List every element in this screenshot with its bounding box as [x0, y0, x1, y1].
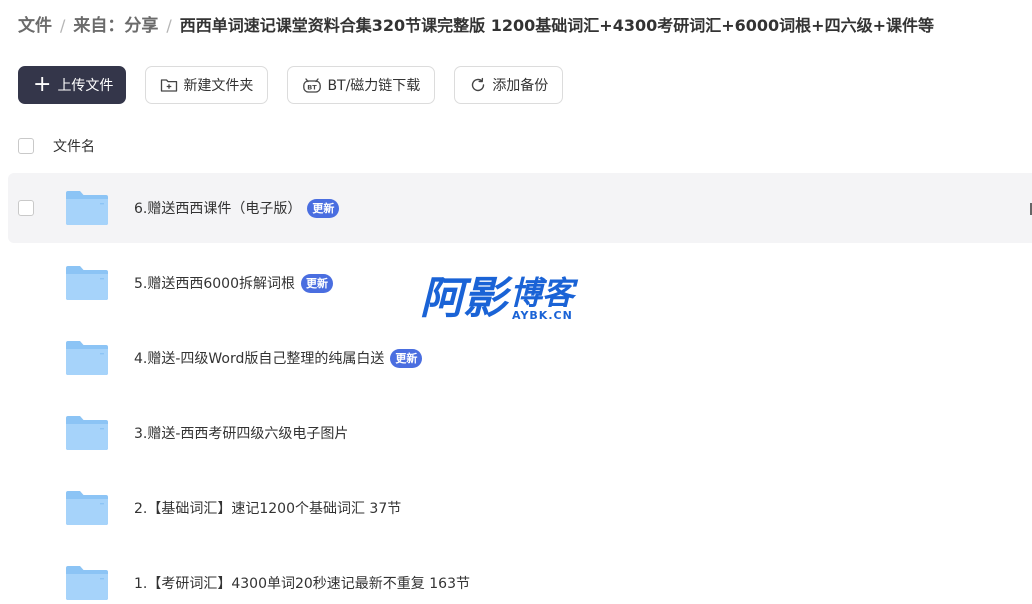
breadcrumb-root[interactable]: 文件: [18, 14, 52, 38]
file-row[interactable]: 4.赠送-四级Word版自己整理的纯属白送 更新: [8, 323, 1032, 393]
folder-icon: [66, 341, 108, 375]
bt-download-button-label: BT/磁力链下载: [327, 78, 421, 94]
file-name[interactable]: 5.赠送西西6000拆解词根 更新: [134, 273, 333, 294]
upload-button-label: 上传文件: [57, 78, 114, 94]
update-badge: 更新: [307, 199, 340, 219]
update-badge: 更新: [390, 349, 423, 369]
watermark-domain: AYBK.CN: [512, 309, 573, 322]
plus-icon: +: [33, 72, 52, 97]
upload-button[interactable]: + 上传文件: [18, 66, 127, 104]
svg-text:BT: BT: [308, 83, 318, 91]
update-badge: 更新: [301, 274, 333, 294]
file-row[interactable]: 1.【考研词汇】4300单词20秒速记最新不重复 163节: [8, 548, 1032, 604]
file-name[interactable]: 3.赠送-西西考研四级六级电子图片: [134, 423, 348, 443]
file-list-header: 文件名: [18, 136, 95, 156]
folder-icon: [66, 191, 108, 225]
breadcrumb: 文件 / 来自：分享 / 西西单词速记课堂资料合集320节课完整版 1200基础…: [18, 14, 934, 38]
file-name[interactable]: 1.【考研词汇】4300单词20秒速记最新不重复 163节: [134, 573, 470, 593]
file-row[interactable]: 2.【基础词汇】速记1200个基础词汇 37节: [8, 473, 1032, 543]
file-name[interactable]: 2.【基础词汇】速记1200个基础词汇 37节: [134, 498, 401, 518]
file-manager-page: 文件 / 来自：分享 / 西西单词速记课堂资料合集320节课完整版 1200基础…: [0, 0, 1032, 604]
new-folder-button-label: 新建文件夹: [183, 78, 254, 94]
folder-icon: [66, 416, 108, 450]
add-backup-button[interactable]: 添加备份: [454, 66, 564, 104]
file-row[interactable]: 6.赠送西西课件（电子版） 更新: [8, 173, 1032, 243]
file-name[interactable]: 6.赠送西西课件（电子版） 更新: [134, 198, 340, 219]
folder-icon: [66, 491, 108, 525]
watermark-logo: 阿影 博客 AYBK.CN: [420, 276, 574, 322]
breadcrumb-parent[interactable]: 来自：分享: [73, 14, 158, 38]
filename-column-header: 文件名: [53, 139, 95, 155]
add-backup-button-label: 添加备份: [492, 78, 549, 94]
breadcrumb-separator: /: [166, 16, 172, 35]
breadcrumb-separator: /: [60, 16, 66, 35]
folder-icon: [66, 566, 108, 600]
watermark-big-text: 阿影: [420, 273, 507, 324]
breadcrumb-current: 西西单词速记课堂资料合集320节课完整版 1200基础词汇+4300考研词汇+6…: [179, 16, 934, 35]
refresh-icon: [469, 76, 487, 94]
folder-icon: [66, 266, 108, 300]
select-all-checkbox[interactable]: [18, 138, 34, 154]
toolbar: + 上传文件 新建文件夹 BT BT/磁力链下载 添加备份: [18, 66, 582, 104]
new-folder-button[interactable]: 新建文件夹: [145, 66, 269, 104]
file-row[interactable]: 3.赠送-西西考研四级六级电子图片: [8, 398, 1032, 468]
watermark-mid-text: 博客: [510, 274, 575, 312]
row-checkbox[interactable]: [18, 200, 34, 216]
bt-icon: BT: [302, 76, 322, 94]
bt-download-button[interactable]: BT BT/磁力链下载: [287, 66, 436, 104]
folder-plus-icon: [160, 77, 178, 93]
file-name[interactable]: 4.赠送-四级Word版自己整理的纯属白送 更新: [134, 348, 423, 369]
